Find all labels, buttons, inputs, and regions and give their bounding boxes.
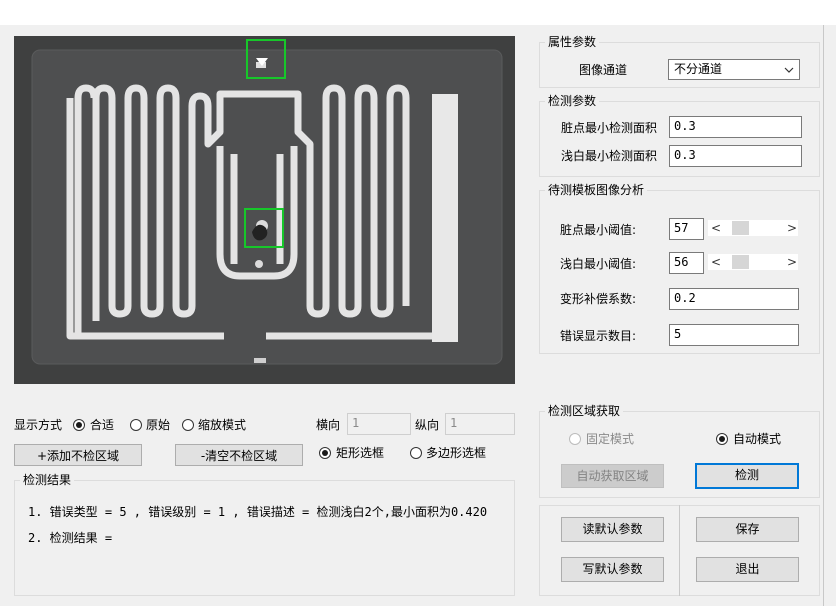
display-original-radio[interactable] [130, 419, 142, 431]
clear-exclude-region-button[interactable]: -清空不检区域 [175, 444, 303, 466]
auto-mode-radio[interactable] [716, 433, 728, 445]
add-exclude-region-button[interactable]: +添加不检区域 [14, 444, 142, 466]
light-area-input[interactable]: 0.3 [669, 145, 802, 167]
fixed-mode-label: 固定模式 [586, 432, 635, 446]
display-zoom-radio[interactable] [182, 419, 194, 431]
fixed-mode-radio[interactable] [569, 433, 581, 445]
auto-get-region-button[interactable]: 自动获取区域 [561, 464, 664, 488]
result-line: 2. 检测结果 = [28, 531, 113, 545]
exit-button[interactable]: 退出 [696, 557, 799, 582]
error-count-label: 错误显示数目: [560, 329, 637, 343]
inspection-image-view[interactable] [14, 36, 515, 384]
slider-thumb[interactable] [732, 221, 749, 235]
dirty-area-label: 脏点最小检测面积 [561, 121, 658, 135]
dirty-threshold-input[interactable]: 57 [669, 218, 704, 240]
error-count-input[interactable]: 5 [669, 324, 799, 346]
read-default-params-button[interactable]: 读默认参数 [561, 517, 664, 542]
deform-input[interactable]: 0.2 [669, 288, 799, 310]
polygon-select-label: 多边形选框 [426, 446, 487, 460]
rect-select-label: 矩形选框 [336, 446, 385, 460]
deform-label: 变形补偿系数: [560, 292, 637, 306]
display-mode-label: 显示方式 [14, 418, 63, 432]
polygon-select-radio[interactable] [410, 447, 422, 459]
template-analysis-title: 待测模板图像分析 [545, 183, 648, 197]
channel-label: 图像通道 [579, 63, 628, 77]
horizontal-label: 横向 [316, 418, 341, 432]
light-area-label: 浅白最小检测面积 [561, 149, 658, 163]
detect-params-title: 检测参数 [545, 94, 600, 108]
detect-button[interactable]: 检测 [695, 463, 799, 489]
horizontal-input[interactable]: 1 [347, 413, 411, 435]
slider-left-arrow[interactable]: < [711, 255, 721, 269]
bottom-divider [679, 505, 680, 596]
rfid-antenna-image [14, 36, 515, 384]
dirty-area-input[interactable]: 0.3 [669, 116, 802, 138]
channel-select[interactable]: 不分通道 [668, 59, 800, 80]
rect-select-radio[interactable] [319, 447, 331, 459]
slider-thumb[interactable] [732, 255, 749, 269]
write-default-params-button[interactable]: 写默认参数 [561, 557, 664, 582]
dirty-threshold-label: 脏点最小阈值: [560, 223, 637, 237]
slider-right-arrow[interactable]: > [787, 255, 797, 269]
attr-params-title: 属性参数 [545, 35, 600, 49]
chevron-down-icon [784, 67, 794, 73]
slider-left-arrow[interactable]: < [711, 221, 721, 235]
light-threshold-label: 浅白最小阈值: [560, 257, 637, 271]
results-title: 检测结果 [20, 473, 75, 487]
display-zoom-label: 缩放模式 [198, 418, 247, 432]
light-threshold-slider[interactable]: < > [708, 254, 798, 270]
vertical-input[interactable]: 1 [445, 413, 515, 435]
display-fit-label: 合适 [90, 418, 115, 432]
save-button[interactable]: 保存 [696, 517, 799, 542]
auto-mode-label: 自动模式 [733, 432, 782, 446]
light-threshold-input[interactable]: 56 [669, 252, 704, 274]
vertical-label: 纵向 [415, 418, 440, 432]
channel-select-value: 不分通道 [674, 62, 723, 76]
display-fit-radio[interactable] [73, 419, 85, 431]
result-line: 1. 错误类型 = 5 , 错误级别 = 1 , 错误描述 = 检测浅白2个,最… [28, 505, 488, 519]
display-original-label: 原始 [146, 418, 171, 432]
dirty-threshold-slider[interactable]: < > [708, 220, 798, 236]
slider-right-arrow[interactable]: > [787, 221, 797, 235]
right-divider [823, 25, 824, 606]
region-acquire-title: 检测区域获取 [545, 404, 624, 418]
window-titlebar [0, 0, 836, 25]
